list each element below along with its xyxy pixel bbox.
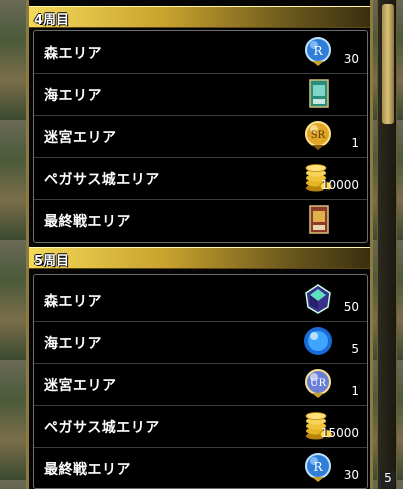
card-icon (309, 79, 329, 108)
page-number: 5 (381, 471, 395, 487)
reward-row[interactable]: 迷宮エリア SR 1 (34, 115, 367, 158)
ur-ticket-orb-icon: UR (305, 369, 331, 398)
reward-list-4[interactable]: 森エリア R 30 海エリア 迷宮エリア SR 1 ペガサス城エリア 10000… (33, 30, 368, 243)
reward-quantity: 30 (343, 52, 359, 66)
sr-ticket-orb-icon: SR (305, 121, 331, 150)
area-label: 最終戦エリア (44, 214, 131, 230)
reward-row[interactable]: 森エリア R 30 (34, 31, 367, 74)
reward-quantity: 30 (343, 468, 359, 482)
r-ticket-orb-icon: R (305, 37, 331, 66)
reward-row[interactable]: 海エリア 5 (34, 321, 367, 364)
section-header-5: 5周目 (29, 247, 370, 269)
area-label: ペガサス城エリア (44, 172, 160, 188)
reward-row[interactable]: ペガサス城エリア 15000 (34, 405, 367, 448)
scrollbar-thumb[interactable] (382, 4, 394, 124)
reward-quantity: 1 (351, 136, 359, 150)
area-label: 迷宮エリア (44, 130, 117, 146)
area-label: 森エリア (44, 294, 102, 310)
reward-row[interactable]: 最終戦エリア R 30 (34, 447, 367, 489)
card-icon (309, 205, 329, 234)
reward-quantity: 1 (351, 384, 359, 398)
area-label: 迷宮エリア (44, 378, 117, 394)
svg-text:R: R (313, 44, 323, 58)
blue-orb-icon (304, 327, 332, 355)
section-header-4: 4周目 (29, 6, 370, 28)
svg-text:R: R (313, 460, 323, 474)
reward-row[interactable]: 最終戦エリア (34, 199, 367, 241)
svg-text:SR: SR (311, 130, 326, 141)
reward-row[interactable]: ペガサス城エリア 10000 (34, 157, 367, 200)
section-title: 5周目 (34, 254, 70, 269)
reward-list-5[interactable]: 森エリア 50 海エリア 5 迷宮エリア UR 1 ペガサス城エリア 15000… (33, 274, 368, 489)
area-label: 最終戦エリア (44, 462, 131, 478)
area-label: ペガサス城エリア (44, 420, 160, 436)
area-label: 海エリア (44, 88, 102, 104)
reward-quantity: 15000 (320, 426, 359, 440)
r-ticket-orb-icon: R (305, 453, 331, 482)
reward-row[interactable]: 森エリア 50 (34, 279, 367, 322)
reward-quantity: 10000 (320, 178, 359, 192)
reward-quantity: 5 (351, 342, 359, 356)
area-label: 海エリア (44, 336, 102, 352)
reward-row[interactable]: 迷宮エリア UR 1 (34, 363, 367, 406)
area-label: 森エリア (44, 46, 102, 62)
section-title: 4周目 (34, 13, 70, 28)
reward-row[interactable]: 海エリア (34, 73, 367, 116)
reward-quantity: 50 (343, 300, 359, 314)
crystal-gem-icon (305, 284, 331, 314)
svg-text:UR: UR (310, 378, 326, 389)
